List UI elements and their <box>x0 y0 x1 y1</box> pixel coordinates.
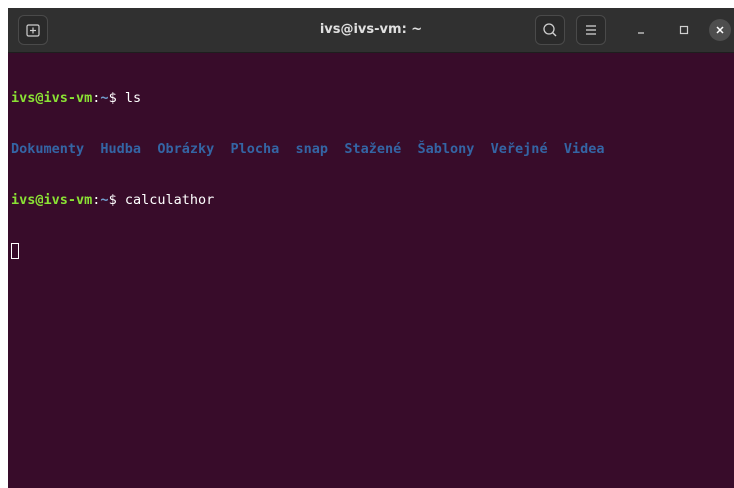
minimize-button[interactable] <box>629 18 653 42</box>
prompt-line-2: ivs@ivs-vm:~$ calculathor <box>11 192 731 209</box>
directory-entry: Plocha <box>230 141 280 157</box>
window-title: ivs@ivs-vm: ~ <box>319 22 423 37</box>
search-icon <box>543 23 557 37</box>
text-cursor <box>11 243 19 259</box>
ls-output-line: Dokumenty Hudba Obrázky Plocha snap Staž… <box>11 141 731 158</box>
hamburger-menu-icon <box>586 25 596 35</box>
prompt-path: ~ <box>100 192 109 208</box>
prompt-user: ivs@ivs-vm <box>11 90 93 106</box>
directory-entry: Veřejné <box>490 141 548 157</box>
directory-entry: Šablony <box>417 141 475 157</box>
command-text: calculathor <box>124 192 215 208</box>
directory-entry: Obrázky <box>157 141 215 157</box>
directory-entry: Hudba <box>100 141 142 157</box>
cursor-line <box>11 243 731 260</box>
directory-entry: snap <box>295 141 329 157</box>
directory-entry: Stažené <box>344 141 402 157</box>
title-bar: ivs@ivs-vm: ~ <box>8 8 734 53</box>
terminal-window: ivs@ivs-vm: ~ ivs@ivs-vm:~$ ls Dokumenty… <box>8 8 734 488</box>
close-button[interactable] <box>708 18 732 42</box>
minimize-icon <box>638 32 644 34</box>
prompt-path: ~ <box>100 90 109 106</box>
prompt-symbol: $ <box>108 90 125 106</box>
maximize-icon <box>679 25 689 35</box>
close-icon <box>716 26 724 34</box>
new-tab-icon <box>26 24 40 37</box>
prompt-line-1: ivs@ivs-vm:~$ ls <box>11 90 731 107</box>
menu-button[interactable] <box>576 15 606 45</box>
directory-entry: Dokumenty <box>11 141 85 157</box>
prompt-symbol: $ <box>108 192 125 208</box>
new-tab-button[interactable] <box>18 15 48 45</box>
terminal-output[interactable]: ivs@ivs-vm:~$ ls Dokumenty Hudba Obrázky… <box>11 56 731 484</box>
directory-entry: Videa <box>563 141 605 157</box>
prompt-user: ivs@ivs-vm <box>11 192 93 208</box>
command-text: ls <box>124 90 142 106</box>
maximize-button[interactable] <box>672 18 696 42</box>
search-button[interactable] <box>535 15 565 45</box>
